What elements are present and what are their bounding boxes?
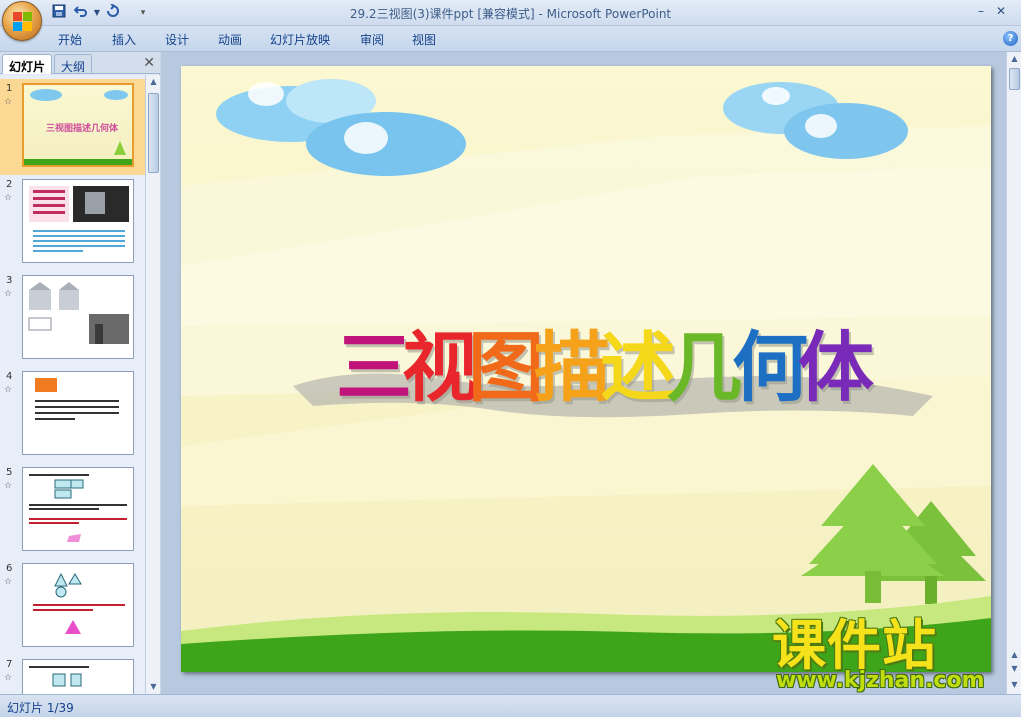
scroll-down-icon[interactable]: ▼	[146, 680, 161, 694]
current-slide[interactable]: 三 视 图 描 述 几 何 体	[181, 66, 991, 672]
tab-home[interactable]: 开始	[58, 31, 82, 48]
slide-preview	[22, 275, 134, 359]
scroll-down-icon[interactable]: ▼	[1007, 678, 1021, 692]
slide-thumbnail-7[interactable]: 7 ☆	[0, 655, 145, 694]
scroll-thumb[interactable]	[148, 93, 159, 173]
tab-animation[interactable]: 动画	[218, 31, 242, 48]
transition-icon: ☆	[4, 385, 13, 395]
tab-view[interactable]: 视图	[412, 31, 436, 48]
title-char: 视	[402, 323, 478, 412]
slide-number: 4	[6, 371, 13, 382]
slide-thumbnail-list: 1 ☆ 三视图描述几何体 2 ☆ 3 ☆ 4 ☆ 5 ☆ 6 ☆ 7 ☆	[0, 75, 145, 694]
title-char: 三	[336, 323, 412, 412]
thumbnail-scrollbar[interactable]: ▲ ▼	[145, 75, 160, 694]
title-char: 体	[798, 323, 874, 412]
ribbon-tabs: 开始 插入 设计 动画 幻灯片放映 审阅 视图 ?	[0, 26, 1021, 52]
scroll-thumb[interactable]	[1009, 68, 1020, 90]
watermark-url: www.kjzhan.com	[776, 668, 985, 693]
slide-counter: 幻灯片 1/39	[7, 701, 74, 715]
slide-edit-area: 三 视 图 描 述 几 何 体	[161, 52, 1006, 694]
tab-slideshow[interactable]: 幻灯片放映	[270, 31, 330, 48]
title-bar: ▼ ▾ 29.2三视图(3)课件ppt [兼容模式] - Microsoft P…	[0, 0, 1021, 41]
slide-thumbnail-4[interactable]: 4 ☆	[0, 367, 145, 463]
slide-preview	[22, 659, 134, 694]
slide-preview	[22, 371, 134, 455]
slides-pane: 幻灯片 大纲 ✕ 1 ☆ 三视图描述几何体 2 ☆ 3 ☆ 4 ☆ 5 ☆ 6 …	[0, 52, 160, 694]
tab-review[interactable]: 审阅	[360, 31, 384, 48]
slide-number: 6	[6, 563, 13, 574]
transition-icon: ☆	[4, 481, 13, 491]
tab-insert[interactable]: 插入	[112, 31, 136, 48]
close-icon[interactable]: ✕	[992, 3, 1010, 21]
office-logo-icon	[13, 12, 33, 32]
title-char: 图	[468, 323, 544, 412]
help-icon[interactable]: ?	[1003, 31, 1018, 46]
transition-icon: ☆	[4, 577, 13, 587]
watermark-title: 课件站	[772, 614, 937, 677]
transition-icon: ☆	[4, 193, 13, 203]
slide-preview: 三视图描述几何体	[22, 83, 134, 167]
minimize-icon[interactable]: –	[972, 3, 990, 21]
slide-number: 2	[6, 179, 13, 190]
transition-icon: ☆	[4, 97, 13, 107]
slide-thumbnail-3[interactable]: 3 ☆	[0, 271, 145, 367]
tab-design[interactable]: 设计	[165, 31, 189, 48]
slide-scrollbar[interactable]: ▲ ▲ ▼ ▼	[1006, 52, 1021, 694]
slide-preview	[22, 179, 134, 263]
slide-thumbnail-2[interactable]: 2 ☆	[0, 175, 145, 271]
title-char: 述	[600, 323, 676, 412]
slide-number: 5	[6, 467, 13, 478]
tab-outline[interactable]: 大纲	[54, 54, 93, 74]
window-title: 29.2三视图(3)课件ppt [兼容模式] - Microsoft Power…	[349, 7, 672, 21]
slide-thumbnail-1[interactable]: 1 ☆ 三视图描述几何体	[0, 79, 145, 175]
svg-text:三视图描述几何体: 三视图描述几何体	[46, 122, 119, 134]
slide-preview	[22, 467, 134, 551]
title-char: 描	[534, 323, 610, 412]
slide-number: 1	[6, 83, 13, 94]
slide-number: 3	[6, 275, 13, 286]
transition-icon: ☆	[4, 289, 13, 299]
cloud-left	[216, 79, 466, 176]
tab-slides[interactable]: 幻灯片	[2, 54, 53, 74]
next-slide-icon[interactable]: ▼	[1007, 662, 1021, 676]
slide-title[interactable]: 三 视 图 描 述 几 何 体	[336, 318, 876, 428]
pane-close-icon[interactable]: ✕	[143, 55, 155, 71]
scroll-up-icon[interactable]: ▲	[146, 75, 161, 89]
office-button[interactable]	[2, 1, 42, 41]
scroll-up-icon[interactable]: ▲	[1007, 52, 1021, 66]
slide-number: 7	[6, 659, 13, 670]
watermark-logo: 课件站 www.kjzhan.com	[772, 618, 1007, 698]
title-char: 几	[666, 323, 742, 412]
slide-preview	[22, 563, 134, 647]
slide-thumbnail-5[interactable]: 5 ☆	[0, 463, 145, 559]
transition-icon: ☆	[4, 673, 13, 683]
previous-slide-icon[interactable]: ▲	[1007, 648, 1021, 662]
pane-tabs: 幻灯片 大纲 ✕	[0, 52, 160, 74]
slide-thumbnail-6[interactable]: 6 ☆	[0, 559, 145, 655]
title-char: 何	[732, 323, 808, 412]
